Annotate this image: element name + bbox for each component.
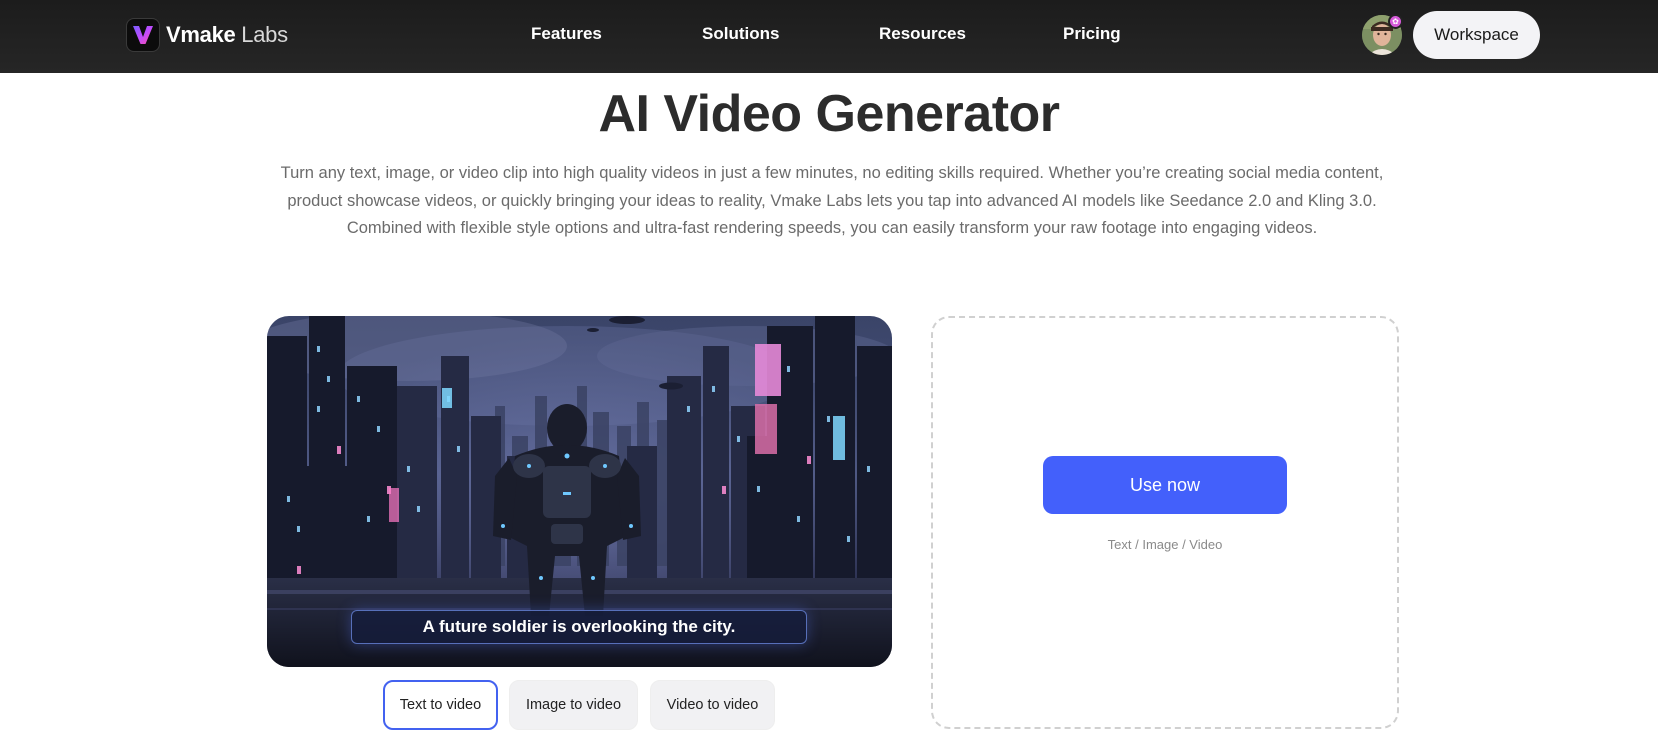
sparkle-icon: ✿ xyxy=(1388,14,1403,29)
page-title: AI Video Generator xyxy=(598,85,1060,143)
nav-solutions[interactable]: Solutions xyxy=(702,24,779,44)
brand-name: Vmake Labs xyxy=(166,22,288,47)
use-now-button[interactable]: Use now xyxy=(1043,456,1287,514)
upload-dropzone[interactable] xyxy=(931,316,1399,729)
tab-video-to-video[interactable]: Video to video xyxy=(650,680,775,730)
preview-image: A future soldier is overlooking the city… xyxy=(267,316,892,667)
tab-text-to-video[interactable]: Text to video xyxy=(383,680,498,730)
tab-image-to-video[interactable]: Image to video xyxy=(509,680,638,730)
vmake-logo-icon xyxy=(126,18,160,52)
brand-logo[interactable]: Vmake Labs xyxy=(126,18,288,52)
supported-inputs-hint: Text / Image / Video xyxy=(1107,537,1223,552)
page-description: Turn any text, image, or video clip into… xyxy=(280,164,1384,237)
top-navbar: Vmake Labs Features Solutions Resources … xyxy=(0,0,1658,73)
nav-resources[interactable]: Resources xyxy=(879,24,966,44)
preview-caption: A future soldier is overlooking the city… xyxy=(351,610,807,644)
nav-features[interactable]: Features xyxy=(531,24,602,44)
workspace-button[interactable]: Workspace xyxy=(1413,11,1540,59)
nav-pricing[interactable]: Pricing xyxy=(1063,24,1121,44)
